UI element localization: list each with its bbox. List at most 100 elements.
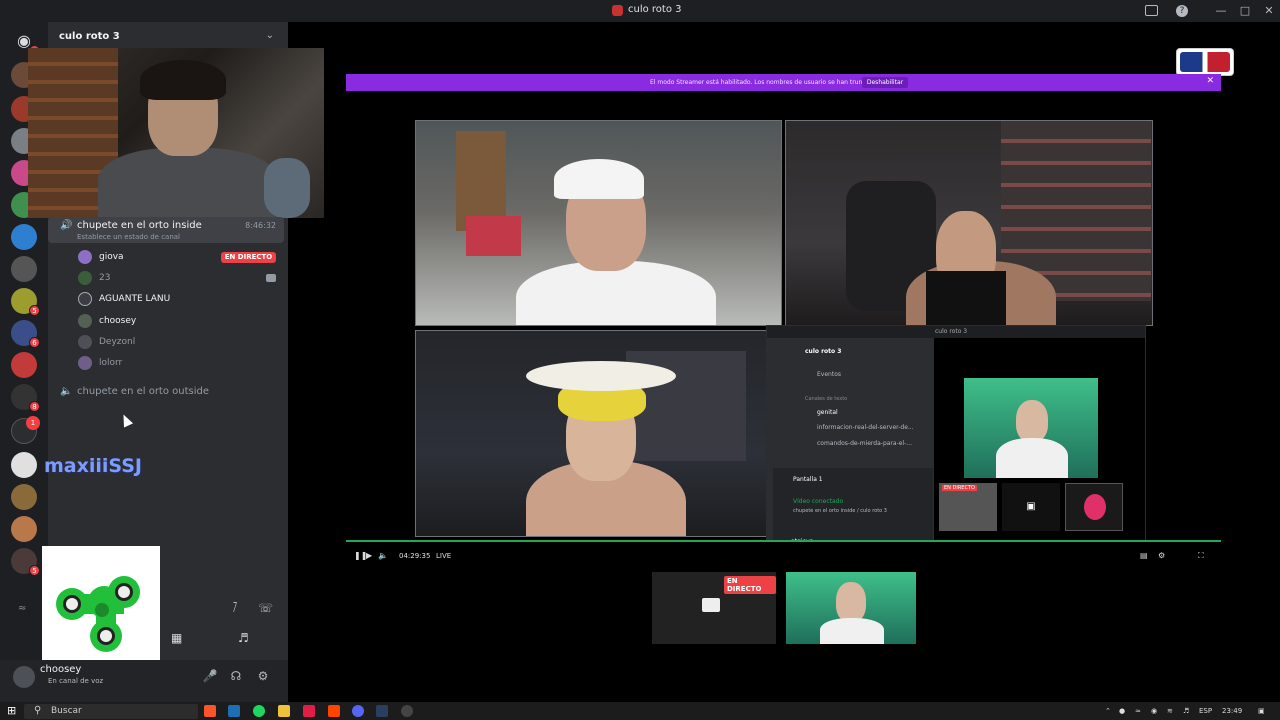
brave-icon[interactable] <box>204 705 216 717</box>
disconnect-icon[interactable]: ☏ <box>258 601 273 615</box>
nested-discord-window: culo roto 3 culo roto 3 Eventos Canales … <box>766 325 1146 545</box>
server-icon[interactable] <box>11 484 37 510</box>
taskbar-search[interactable]: ⚲ Buscar <box>24 704 198 719</box>
bottom-preview-strip: EN DIRECTO <box>306 550 916 644</box>
fullscreen-icon[interactable]: ⛶ <box>1198 551 1208 561</box>
help-icon[interactable]: ? <box>1176 5 1188 17</box>
noise-suppression-icon[interactable]: ⧶ <box>233 601 237 616</box>
spotify-icon[interactable] <box>253 705 265 717</box>
progress-bar <box>346 540 1221 542</box>
mini-server-name: culo roto 3 <box>805 348 842 355</box>
voice-channel-name: chupete en el orto inside <box>77 220 202 231</box>
voice-member[interactable]: Deyzonl <box>78 334 284 352</box>
captions-icon[interactable]: ▤ <box>1140 551 1150 561</box>
voice-member[interactable]: choosey <box>78 313 284 331</box>
signal-icon[interactable]: ≈ <box>18 603 26 614</box>
server-icon[interactable] <box>11 256 37 282</box>
network-icon[interactable]: ≈ <box>1135 707 1141 715</box>
taskbar-app-icon[interactable] <box>328 705 340 717</box>
member-name: 23 <box>99 273 111 283</box>
mini-voice-panel: Pantalla 1 Vídeo conectado chupete en el… <box>773 468 933 545</box>
video-tile[interactable] <box>785 120 1153 326</box>
headphones-icon[interactable]: ☊ <box>228 668 244 684</box>
mini-channel[interactable]: comandos-de-mierda-para-el-... <box>817 440 912 447</box>
video-tile[interactable] <box>415 120 782 326</box>
mini-video-person <box>1016 400 1048 442</box>
camera-icon[interactable]: ▣ <box>1002 483 1060 531</box>
discord-icon[interactable] <box>352 705 364 717</box>
file-explorer-icon[interactable] <box>278 705 290 717</box>
microphone-icon[interactable]: 🎤 <box>202 668 218 684</box>
mini-channel[interactable]: informacion-real-del-server-de... <box>817 424 914 431</box>
mini-events[interactable]: Eventos <box>817 371 841 378</box>
video-person <box>836 582 866 622</box>
server-icon[interactable]: 5 <box>11 288 40 316</box>
preview-video[interactable] <box>786 572 916 644</box>
mini-window-title: culo roto 3 <box>935 328 968 335</box>
mini-stage: EN DIRECTO ▣ <box>934 338 1145 541</box>
member-name: choosey <box>99 316 137 326</box>
member-name: Deyzonl <box>99 337 136 347</box>
server-icon[interactable]: 8 <box>11 384 40 412</box>
steam-icon[interactable] <box>376 705 388 717</box>
taskbar-app-icon[interactable] <box>401 705 413 717</box>
inbox-icon[interactable] <box>1145 5 1158 16</box>
settings-icon[interactable]: ⚙ <box>1158 551 1168 561</box>
wifi-icon[interactable]: ≋ <box>1167 707 1173 715</box>
server-icon[interactable] <box>11 452 37 478</box>
server-icon[interactable]: 5 <box>11 548 40 576</box>
tray-app-icon[interactable]: ◉ <box>1151 707 1157 715</box>
soundboard-icon[interactable]: ♬ <box>238 631 249 645</box>
volume-icon[interactable]: ♬ <box>1183 707 1189 715</box>
language-indicator[interactable]: ESP <box>1199 707 1212 715</box>
microphone-icon <box>264 158 310 218</box>
mini-stream-thumb[interactable]: EN DIRECTO <box>939 483 997 531</box>
mini-avatar-tile[interactable] <box>1065 483 1123 531</box>
server-icon[interactable] <box>11 224 37 250</box>
taskbar-app-icon[interactable] <box>303 705 315 717</box>
minimize-button[interactable]: — <box>1213 3 1229 19</box>
speaker-icon: 🔊 <box>60 220 73 231</box>
window-title: culo roto 3 <box>628 4 682 15</box>
avatar <box>78 271 92 285</box>
avatar[interactable] <box>13 666 35 688</box>
server-icon[interactable]: 6 <box>11 320 40 348</box>
title-bar: culo roto 3 ? — □ ✕ <box>0 0 1280 22</box>
video-tile[interactable] <box>415 330 769 537</box>
mini-title-bar: culo roto 3 <box>767 326 1145 338</box>
close-button[interactable]: ✕ <box>1261 3 1277 19</box>
channel-status[interactable]: Establece un estado de canal <box>77 233 180 241</box>
server-icon[interactable] <box>11 516 37 542</box>
user-status: En canal de voz <box>48 677 104 685</box>
mini-video-connected: Vídeo conectado <box>793 498 844 505</box>
fidget-spinner-overlay <box>42 546 160 664</box>
disable-streamer-mode-button[interactable]: Deshabilitar <box>862 77 908 88</box>
server-icon[interactable] <box>11 352 37 378</box>
mini-video-tile[interactable] <box>964 378 1098 478</box>
member-name: AGUANTE LANU <box>99 294 171 304</box>
voice-member[interactable]: AGUANTE LANU <box>78 291 284 309</box>
voice-channel-outside[interactable]: 🔈 chupete en el orto outside <box>48 383 284 403</box>
maximize-button[interactable]: □ <box>1237 3 1253 19</box>
notifications-icon[interactable]: ▣ <box>1258 707 1265 715</box>
microphone-icon[interactable]: ● <box>1119 707 1125 715</box>
close-icon[interactable]: ✕ <box>1206 76 1214 86</box>
windows-start-icon[interactable]: ⊞ <box>7 704 16 717</box>
clock[interactable]: 23:49 <box>1222 707 1242 715</box>
taskbar-app-icon[interactable] <box>228 705 240 717</box>
cap <box>554 159 644 199</box>
voice-member[interactable]: 23 <box>78 270 284 288</box>
voice-channel-inside[interactable]: 🔊 chupete en el orto inside Establece un… <box>48 217 284 243</box>
chevron-up-icon[interactable]: ⌃ <box>1105 707 1111 715</box>
notification-badge: 6 <box>29 337 40 348</box>
activities-icon[interactable]: ▦ <box>171 631 182 645</box>
streamer-webcam-overlay <box>28 48 324 218</box>
live-badge: EN DIRECTO <box>221 252 276 263</box>
voice-member[interactable]: lolorr <box>78 355 284 373</box>
settings-gear-icon[interactable]: ⚙ <box>255 668 271 684</box>
voice-member[interactable]: giova EN DIRECTO <box>78 249 284 267</box>
mini-channel[interactable]: genital <box>817 409 838 416</box>
avatar <box>78 250 92 264</box>
preview-screen[interactable]: EN DIRECTO <box>652 572 776 644</box>
search-placeholder: Buscar <box>51 706 82 716</box>
